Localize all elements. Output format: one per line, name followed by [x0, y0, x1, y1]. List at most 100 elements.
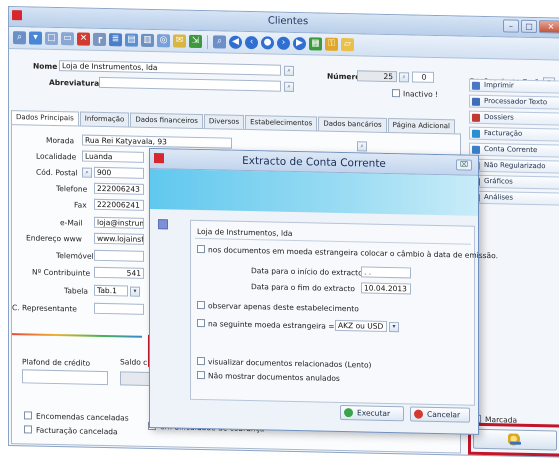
processador-texto-button[interactable]: Processador Texto — [469, 94, 559, 110]
telemovel-input[interactable] — [94, 249, 144, 262]
print-icon[interactable]: ▥ — [141, 33, 154, 48]
executar-button[interactable]: Executar — [340, 404, 404, 422]
tab-dados-financeiros[interactable]: Dados financeiros — [130, 112, 203, 129]
telemovel-label: Telemóvel — [56, 251, 94, 261]
localidade-input[interactable]: Luanda — [82, 150, 144, 163]
cancel-icon — [414, 409, 423, 419]
facturacao-button-label: Facturação — [484, 128, 523, 138]
analises-button[interactable]: Análises — [469, 190, 559, 206]
morada-input[interactable]: Rua Rei Katyavala, 93 — [82, 134, 232, 149]
dossier-icon — [472, 113, 480, 122]
imprimir-button[interactable]: Imprimir — [469, 78, 559, 94]
moeda-dropdown-icon[interactable]: ▾ — [389, 321, 399, 333]
contribuinte-input[interactable]: 541 — [94, 266, 144, 279]
estabelecimento-checkbox[interactable] — [197, 300, 205, 310]
dialog-client-name: Loja de Instrumentos, lda — [197, 226, 293, 238]
tab-informacao[interactable]: Informação — [79, 111, 130, 127]
endereco-input[interactable]: www.lojainst — [94, 232, 144, 245]
search-icon[interactable]: ⌕ — [13, 31, 26, 45]
tab-dados-principais[interactable]: Dados Principais — [11, 110, 79, 126]
imprimir-label: Imprimir — [484, 80, 514, 90]
inactivo-checkbox[interactable] — [392, 89, 400, 98]
representante-input[interactable] — [94, 302, 144, 315]
saldo-label: Saldo c — [120, 357, 148, 367]
graficos-label: Gráficos — [484, 176, 513, 186]
dropdown-icon[interactable]: ▾ — [29, 31, 42, 45]
tabela-dropdown-icon[interactable]: ▾ — [130, 286, 140, 297]
encomendas-checkbox[interactable] — [24, 411, 32, 420]
first-record-icon[interactable]: ◀ — [229, 35, 242, 49]
close-button[interactable]: ✕ — [539, 20, 559, 34]
codpostal-search-icon[interactable]: ⌕ — [82, 167, 92, 178]
dialog-options-panel: Loja de Instrumentos, lda nos documentos… — [190, 219, 498, 406]
previous-record-icon[interactable]: ‹ — [245, 35, 258, 50]
abreviatura-input[interactable] — [99, 76, 281, 92]
last-record-icon[interactable]: ▶ — [293, 36, 306, 51]
telefone-input[interactable]: 222006243 — [94, 182, 144, 195]
moeda-cambio-checkbox[interactable] — [197, 244, 205, 254]
facturacao-button[interactable]: Facturação — [469, 126, 559, 142]
anulados-label: Não mostrar documentos anulados — [208, 371, 340, 383]
graficos-button[interactable]: Gráficos — [469, 174, 559, 190]
extracto-dialog: Extracto de Conta Corrente ⌧ Loja de Ins… — [149, 147, 498, 435]
envelope-icon[interactable]: ✉ — [173, 34, 186, 48]
tab-pagina-adicional[interactable]: Página Adicional — [387, 117, 455, 134]
numero-sub-input[interactable]: 0 — [412, 71, 434, 83]
new-document-icon[interactable]: □ — [45, 31, 58, 46]
data-fim-input[interactable]: 10.04.2013 — [361, 282, 411, 295]
numero-label: Número — [327, 71, 361, 82]
tabela-select[interactable]: Tab.1 — [94, 284, 128, 297]
morada-search-icon[interactable]: ⌕ — [357, 141, 367, 152]
preview-icon[interactable]: ◎ — [157, 34, 170, 48]
numero-search-icon[interactable]: ⌕ — [399, 72, 409, 83]
moeda-estrangeira-checkbox[interactable] — [197, 318, 205, 328]
abreviatura-search-icon[interactable]: ⌕ — [284, 81, 294, 92]
zoom-icon[interactable]: ⌕ — [213, 35, 226, 49]
tab-estabelecimentos[interactable]: Estabelecimentos — [245, 114, 318, 131]
minimize-button[interactable]: – — [503, 19, 519, 33]
facturacao-checkbox[interactable] — [24, 425, 32, 434]
fax-input[interactable]: 222006241 — [94, 198, 144, 211]
executar-label: Executar — [357, 408, 391, 419]
nao-regularizado-button[interactable]: Não Regularizado — [469, 158, 559, 174]
cancelar-button[interactable]: Cancelar — [410, 406, 470, 423]
tabela-label: Tabela — [64, 286, 88, 296]
next-record-icon[interactable]: › — [277, 36, 290, 50]
relacionados-checkbox[interactable] — [197, 356, 205, 366]
nome-label: Nome — [33, 61, 58, 72]
filter-icon[interactable]: ┏ — [93, 32, 106, 47]
codpostal-input[interactable]: 900 — [94, 166, 144, 179]
data-inicio-label: Data para o início do extracto — [251, 266, 363, 278]
endereco-label: Endereço www — [26, 233, 82, 244]
dossiers-button[interactable]: Dossiers — [469, 110, 559, 126]
list-icon[interactable]: ≣ — [109, 33, 122, 47]
delete-icon[interactable]: ✕ — [77, 32, 90, 46]
dialog-close-button[interactable]: ⌧ — [456, 159, 472, 171]
anulados-checkbox[interactable] — [197, 370, 205, 380]
dialog-banner — [150, 168, 478, 216]
moeda-select[interactable]: AKZ ou USD — [335, 319, 387, 332]
refresh-record-icon[interactable]: ● — [261, 36, 274, 50]
nome-input[interactable]: Loja de Instrumentos, lda — [59, 60, 281, 76]
maximize-button[interactable]: □ — [521, 19, 537, 34]
export-icon[interactable]: ⇲ — [189, 34, 202, 49]
key-icon[interactable]: ⚿ — [325, 37, 338, 51]
tab-diversos[interactable]: Diversos — [203, 114, 245, 129]
plafond-label: Plafond de crédito — [22, 357, 91, 368]
nome-search-icon[interactable]: ⌕ — [284, 65, 294, 76]
numero-input[interactable]: 25 — [357, 70, 397, 83]
telefone-label: Telefone — [56, 184, 88, 194]
open-folder-icon[interactable]: ▱ — [341, 37, 354, 52]
plafond-input[interactable] — [22, 369, 108, 386]
email-input[interactable]: loja@instrum — [94, 216, 144, 229]
grid-icon[interactable]: ▦ — [309, 37, 322, 51]
copy-document-icon[interactable]: ▭ — [61, 32, 74, 46]
dialog-side-icon — [158, 219, 168, 230]
data-inicio-input[interactable]: . . — [361, 266, 411, 279]
folder-icon[interactable]: ▤ — [125, 33, 138, 47]
conta-corrente-button[interactable]: Conta Corrente — [469, 142, 559, 158]
morada-label: Morada — [46, 135, 75, 146]
right-key-highlight — [468, 422, 559, 457]
tab-dados-bancarios[interactable]: Dados bancários — [318, 116, 387, 132]
inactivo-label: Inactivo ! — [403, 89, 439, 100]
